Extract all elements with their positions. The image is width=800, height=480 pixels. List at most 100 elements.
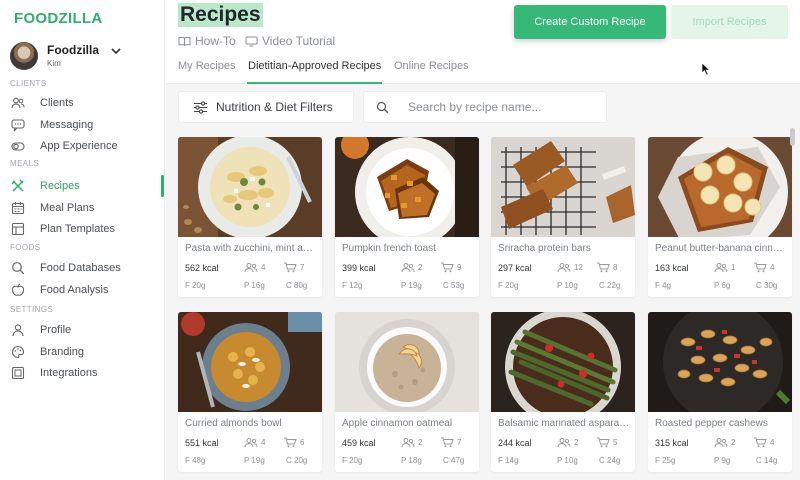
calendar-icon bbox=[10, 201, 25, 216]
recipe-ingredients: 7 bbox=[283, 262, 304, 273]
recipe-fat: F 4g bbox=[655, 281, 672, 290]
sidebar-item-label: Clients bbox=[40, 97, 74, 109]
recipe-search[interactable] bbox=[363, 91, 607, 123]
recipe-fat: F 14g bbox=[498, 456, 519, 465]
users-icon bbox=[714, 438, 728, 448]
recipe-card[interactable]: Curried almonds bowl 551 kcal 4 6 F 48g … bbox=[178, 312, 322, 472]
scrollbar-thumb[interactable] bbox=[790, 128, 795, 146]
search-icon bbox=[10, 261, 25, 276]
recipe-servings: 2 bbox=[714, 437, 735, 448]
sidebar-item-clients[interactable]: Clients bbox=[10, 93, 160, 113]
video-tutorial-label: Video Tutorial bbox=[262, 34, 336, 48]
account-subtitle: Kim bbox=[47, 59, 61, 68]
how-to-link[interactable]: How-To bbox=[178, 34, 236, 48]
import-recipes-button[interactable]: Import Recipes bbox=[671, 5, 788, 39]
brand-logo[interactable]: FOODZILLA bbox=[14, 10, 103, 27]
tab-my-recipes[interactable]: My Recipes bbox=[178, 60, 235, 84]
recipe-ingredients: 5 bbox=[596, 437, 617, 448]
user-icon bbox=[10, 323, 25, 338]
sidebar-item-app-experience[interactable]: App Experience bbox=[10, 136, 160, 156]
sidebar-item-plan-templates[interactable]: Plan Templates bbox=[10, 219, 160, 239]
recipe-protein: P 9g bbox=[714, 456, 731, 465]
ingredients-count: 7 bbox=[300, 263, 305, 272]
cart-icon bbox=[754, 262, 767, 273]
sidebar-item-food-databases[interactable]: Food Databases bbox=[10, 258, 160, 278]
recipe-servings: 4 bbox=[244, 437, 265, 448]
sidebar-item-branding[interactable]: Branding bbox=[10, 342, 160, 362]
cart-icon bbox=[597, 437, 610, 448]
recipe-name: Curried almonds bowl bbox=[185, 418, 282, 429]
section-meals: MEALS bbox=[10, 159, 40, 168]
sidebar-item-label: Food Analysis bbox=[40, 284, 109, 296]
recipe-image bbox=[178, 137, 322, 237]
recipe-fat: F 12g bbox=[342, 281, 363, 290]
sidebar-item-integrations[interactable]: Integrations bbox=[10, 363, 160, 383]
recipe-fat: F 48g bbox=[185, 456, 206, 465]
recipe-image bbox=[335, 312, 479, 412]
section-foods: FOODS bbox=[10, 243, 41, 252]
cart-icon bbox=[441, 262, 454, 273]
sidebar-item-label: Recipes bbox=[40, 180, 80, 192]
tab-dietitian-approved-recipes[interactable]: Dietitian-Approved Recipes bbox=[247, 60, 383, 84]
mouse-cursor-icon bbox=[701, 62, 711, 76]
recipe-carbs: C 47g bbox=[443, 456, 465, 465]
recipe-card[interactable]: Apple cinnamon oatmeal 459 kcal 2 7 F 20… bbox=[335, 312, 479, 472]
users-icon bbox=[10, 96, 25, 111]
chevron-down-icon bbox=[111, 48, 121, 55]
sidebar-item-label: Plan Templates bbox=[40, 223, 116, 235]
sidebar-item-meal-plans[interactable]: Meal Plans bbox=[10, 198, 160, 218]
recipe-name: Balsamic marinated asparagus bbox=[498, 418, 630, 429]
recipe-card[interactable]: Peanut butter-banana cinnamon toast 163 … bbox=[648, 137, 792, 297]
recipe-servings: 4 bbox=[244, 262, 265, 273]
recipe-servings: 1 bbox=[714, 262, 735, 273]
recipe-ingredients: 4 bbox=[753, 262, 774, 273]
cart-icon bbox=[284, 262, 297, 273]
recipe-image bbox=[178, 312, 322, 412]
tab-online-recipes[interactable]: Online Recipes bbox=[394, 60, 469, 84]
sidebar-item-recipes[interactable]: Recipes bbox=[10, 176, 160, 196]
sidebar-item-messaging[interactable]: Messaging bbox=[10, 115, 160, 135]
servings-count: 2 bbox=[574, 438, 579, 447]
recipe-card[interactable]: Roasted pepper cashews 315 kcal 2 4 F 25… bbox=[648, 312, 792, 472]
filters-label: Nutrition & Diet Filters bbox=[216, 100, 333, 114]
recipe-name: Apple cinnamon oatmeal bbox=[342, 418, 453, 429]
recipe-card[interactable]: Pasta with zucchini, mint and feta 562 k… bbox=[178, 137, 322, 297]
users-icon bbox=[244, 438, 258, 448]
recipe-image bbox=[491, 137, 635, 237]
recipe-fat: F 20g bbox=[342, 456, 363, 465]
recipe-kcal: 315 kcal bbox=[655, 438, 689, 448]
integrations-icon bbox=[10, 366, 25, 381]
recipe-carbs: C 14g bbox=[756, 456, 778, 465]
ingredients-count: 4 bbox=[770, 263, 775, 272]
recipe-image bbox=[491, 312, 635, 412]
recipe-protein: P 10g bbox=[557, 456, 578, 465]
sidebar-item-label: Integrations bbox=[40, 367, 98, 379]
users-icon bbox=[557, 438, 571, 448]
search-input[interactable] bbox=[408, 100, 598, 114]
servings-count: 4 bbox=[261, 438, 266, 447]
recipe-kcal: 244 kcal bbox=[498, 438, 532, 448]
users-icon bbox=[401, 263, 415, 273]
video-tutorial-link[interactable]: Video Tutorial bbox=[245, 34, 335, 48]
utensils-icon bbox=[10, 179, 25, 194]
sidebar-item-profile[interactable]: Profile bbox=[10, 320, 160, 340]
recipe-kcal: 399 kcal bbox=[342, 263, 376, 273]
servings-count: 2 bbox=[418, 438, 423, 447]
account-switcher[interactable]: Foodzilla Kim bbox=[10, 42, 160, 72]
recipe-card[interactable]: Balsamic marinated asparagus 244 kcal 2 … bbox=[491, 312, 635, 472]
recipe-image bbox=[335, 137, 479, 237]
palette-icon bbox=[10, 345, 25, 360]
sidebar-item-label: Branding bbox=[40, 346, 85, 358]
recipe-protein: P 19g bbox=[244, 456, 265, 465]
ingredients-count: 8 bbox=[613, 263, 618, 272]
create-custom-recipe-button[interactable]: Create Custom Recipe bbox=[514, 5, 666, 39]
recipe-card[interactable]: Pumpkin french toast 399 kcal 2 9 F 12g … bbox=[335, 137, 479, 297]
avatar bbox=[10, 42, 38, 70]
recipe-servings: 2 bbox=[401, 262, 422, 273]
sidebar-item-label: Profile bbox=[40, 324, 72, 336]
sidebar-item-food-analysis[interactable]: Food Analysis bbox=[10, 280, 160, 300]
recipe-card[interactable]: Sriracha protein bars 297 kcal 12 8 F 20… bbox=[491, 137, 635, 297]
nutrition-diet-filters-button[interactable]: Nutrition & Diet Filters bbox=[178, 91, 354, 123]
cart-icon bbox=[441, 437, 454, 448]
how-to-label: How-To bbox=[195, 34, 236, 48]
